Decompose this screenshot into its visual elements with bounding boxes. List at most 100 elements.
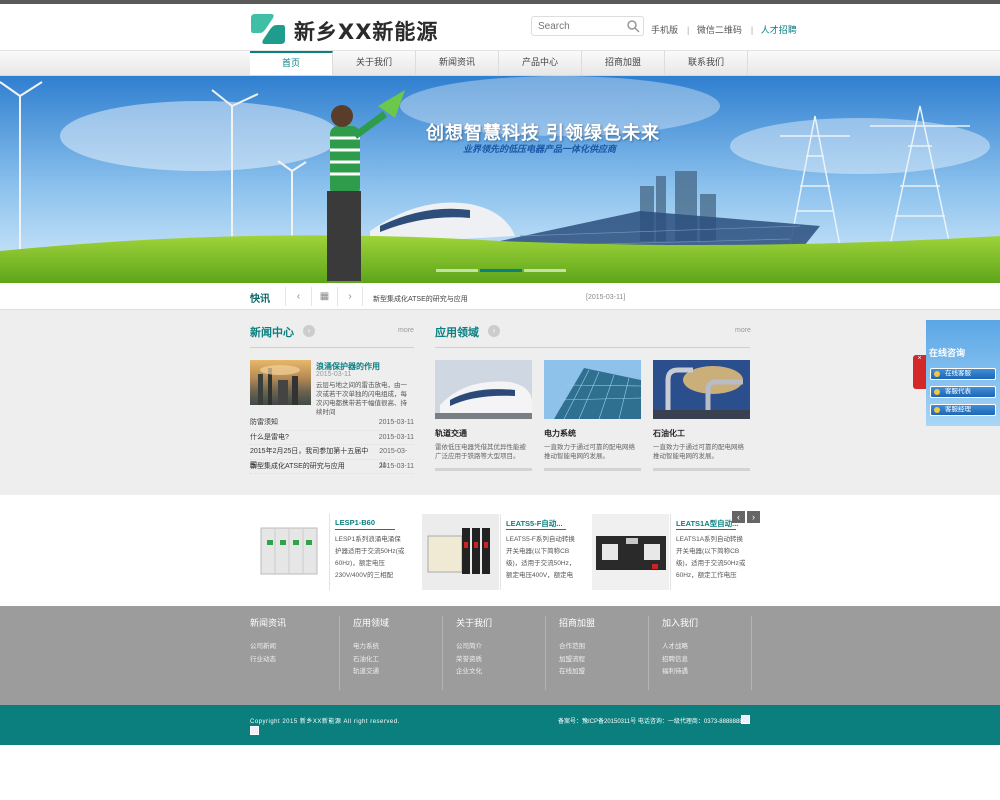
divider — [435, 347, 750, 348]
divider — [329, 514, 330, 590]
nav-news[interactable]: 新闻资讯 — [416, 51, 499, 75]
consult-title: 在线咨询 — [929, 348, 966, 358]
footer-link[interactable]: 福利待遇 — [662, 666, 751, 679]
news-item[interactable]: 什么是雷电? 2015-03-11 — [250, 431, 414, 445]
footer-link[interactable]: 人才战略 — [662, 641, 751, 654]
app-card-power[interactable]: 电力系统 一直致力于通过可靠的配电网络推动智能电网的发展。 — [544, 360, 642, 471]
search-icon[interactable] — [626, 19, 640, 33]
banner[interactable]: 创想智慧科技 引领绿色未来 业界领先的低压电器产品一体化供应商 — [0, 76, 1000, 283]
footer-link[interactable]: 荣誉资质 — [456, 654, 545, 667]
divider — [500, 514, 501, 590]
wechat-link[interactable]: 微信二维码 — [697, 25, 742, 35]
news-section-title[interactable]: 新闻中心 — [250, 324, 294, 340]
app-card-petro[interactable]: 石油化工 一直致力于通过可靠的配电网络推动智能电网的发展。 — [653, 360, 750, 471]
app-bar — [544, 468, 641, 471]
banner-dot[interactable] — [524, 269, 566, 272]
nav-contact[interactable]: 联系我们 — [665, 51, 748, 75]
ticker-text[interactable]: 新型集成化ATSE的研究与应用 — [373, 294, 468, 304]
footer-link[interactable]: 合作范围 — [559, 641, 648, 654]
app-card-rail[interactable]: 轨道交通 雷依低压电器凭借其优异性能被广泛应用于铁路等大型项目。 — [435, 360, 532, 471]
logo-icon[interactable] — [249, 10, 287, 48]
product-card[interactable]: LEATS1A型自动... LEATS1A系列自动转换开关电器(以下简称CB级)… — [592, 514, 753, 590]
apps-section-title[interactable]: 应用领域 — [435, 324, 479, 340]
side-close-tab[interactable]: × — [913, 355, 926, 389]
main-nav: 首页 关于我们 新闻资讯 产品中心 招商加盟 联系我们 — [0, 50, 1000, 76]
product-name[interactable]: LESP1-B60 — [335, 518, 407, 527]
rail-image — [435, 360, 532, 419]
news-more-link[interactable]: more — [398, 327, 414, 334]
divider — [250, 347, 414, 348]
footer-column-title[interactable]: 关于我们 — [456, 616, 545, 629]
footer-link[interactable]: 在线加盟 — [559, 666, 648, 679]
power-image — [544, 360, 642, 420]
footer-link[interactable]: 轨道交通 — [353, 666, 442, 679]
carousel-next-button[interactable]: › — [747, 511, 760, 523]
footer-link[interactable]: 公司简介 — [456, 641, 545, 654]
news-item[interactable]: 2015年2月25日，我司参加第十五届中国... 2015-03-11 — [250, 445, 414, 469]
product-name[interactable]: LEATS5-F自动... — [506, 518, 578, 529]
footer-link[interactable]: 行业动态 — [250, 654, 339, 667]
nav-about[interactable]: 关于我们 — [333, 51, 416, 75]
product-card[interactable]: LEATS5-F自动... LEATS5-F系列自动转换开关电器(以下简称CB级… — [422, 514, 583, 590]
footer-column: 关于我们 公司简介 荣誉资质 企业文化 — [456, 616, 546, 690]
news-ticker: 快讯 ‹ ▦ › 新型集成化ATSE的研究与应用 [2015-03-11] — [0, 283, 1000, 310]
app-desc: 雷依低压电器凭借其优异性能被广泛应用于铁路等大型项目。 — [435, 444, 526, 460]
mobile-link[interactable]: 手机版 — [651, 25, 678, 35]
consult-button-online[interactable]: 在线客服 — [930, 368, 996, 380]
nav-home[interactable]: 首页 — [250, 51, 333, 75]
logo-text[interactable]: 新乡XX新能源 — [294, 16, 438, 46]
petro-image — [653, 360, 750, 419]
product-card[interactable]: LESP1-B60 LESP1系列浪涌电涌保护器适用于交流50Hz(或60Hz)… — [251, 514, 412, 590]
ticker-date: [2015-03-11] — [586, 294, 626, 301]
footer-link[interactable]: 石油化工 — [353, 654, 442, 667]
app-name[interactable]: 石油化工 — [653, 428, 750, 439]
apps-more-link[interactable]: more — [735, 327, 751, 334]
ticker-label: 快讯 — [250, 294, 270, 305]
page: 新乡XX新能源 手机版| 微信二维码| 人才招聘 首页 关于我们 新闻资讯 产品… — [0, 0, 1000, 800]
app-desc: 一直致力于通过可靠的配电网络推动智能电网的发展。 — [653, 444, 744, 460]
footer-column-title[interactable]: 加入我们 — [662, 616, 751, 629]
footer-column: 加入我们 人才战略 招聘信息 福利待遇 — [662, 616, 752, 690]
copyright-bar: Copyright 2015 新乡XX新能源 All right reserve… — [0, 705, 1000, 745]
footer-link[interactable]: 公司新闻 — [250, 641, 339, 654]
footer-column-title[interactable]: 新闻资讯 — [250, 616, 339, 629]
banner-dot-active[interactable] — [480, 269, 522, 272]
product-image — [422, 514, 499, 590]
footer-link[interactable]: 加盟流程 — [559, 654, 648, 667]
badge-icon[interactable] — [741, 715, 750, 724]
footer-link[interactable]: 电力系统 — [353, 641, 442, 654]
consult-button-rep[interactable]: 客服代表 — [930, 386, 996, 398]
apps-arrow-icon[interactable]: › — [488, 325, 500, 337]
icp-text: 备案号：豫ICP备20150311号 电话咨询：一级代理商：0373-88888… — [558, 719, 746, 725]
recruit-link[interactable]: 人才招聘 — [761, 25, 797, 35]
carousel-prev-button[interactable]: ‹ — [732, 511, 745, 523]
news-arrow-icon[interactable]: › — [303, 325, 315, 337]
footer-column: 应用领域 电力系统 石油化工 轨道交通 — [353, 616, 443, 690]
app-name[interactable]: 轨道交通 — [435, 428, 532, 439]
footer-column-title[interactable]: 招商加盟 — [559, 616, 648, 629]
divider — [676, 529, 736, 530]
nav-products[interactable]: 产品中心 — [499, 51, 582, 75]
nav-franchise[interactable]: 招商加盟 — [582, 51, 665, 75]
news-item[interactable]: 防雷须知 2015-03-11 — [250, 416, 414, 431]
banner-pager — [436, 269, 566, 272]
app-name[interactable]: 电力系统 — [544, 428, 641, 439]
badge-icon[interactable] — [250, 726, 259, 735]
ticker-prev-button[interactable]: ‹ — [285, 287, 311, 306]
featured-news-date: 2015-03-11 — [316, 371, 352, 378]
footer-column-title[interactable]: 应用领域 — [353, 616, 442, 629]
footer-link[interactable]: 招聘信息 — [662, 654, 751, 667]
ticker-list-button[interactable]: ▦ — [311, 287, 337, 306]
news-item[interactable]: 新型集成化ATSE的研究与应用 2015-03-11 — [250, 460, 414, 474]
product-desc: LEATS5-F系列自动转换开关电器(以下简称CB级)，适用于交流50Hz，额定… — [506, 536, 576, 579]
banner-dot[interactable] — [436, 269, 478, 272]
product-desc: LESP1系列浪涌电涌保护器适用于交流50Hz(或60Hz)，额定电压230V/… — [335, 536, 405, 579]
featured-news-image[interactable] — [250, 360, 311, 405]
consult-button-manager[interactable]: 客服经理 — [930, 404, 996, 416]
product-image — [251, 514, 328, 590]
ticker-next-button[interactable]: › — [337, 287, 363, 306]
news-list: 防雷须知 2015-03-11 什么是雷电? 2015-03-11 2015年2月2… — [250, 416, 414, 474]
app-bar — [435, 468, 532, 471]
footer-link[interactable]: 企业文化 — [456, 666, 545, 679]
product-desc: LEATS1A系列自动转换开关电器(以下简称CB级)，适用于交流50Hz或60H… — [676, 536, 746, 579]
